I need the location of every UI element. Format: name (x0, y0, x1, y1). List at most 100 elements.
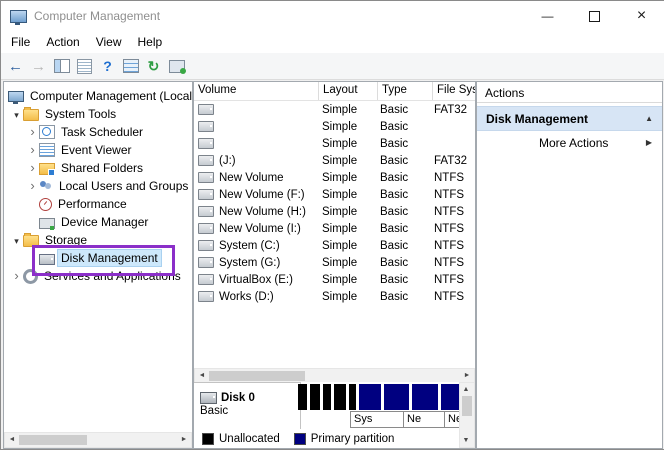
tree-item-services-and-applications[interactable]: Services and Applications (4, 267, 192, 285)
scroll-down-icon[interactable]: ▼ (459, 434, 473, 447)
volume-row[interactable]: New Volume (I:)SimpleBasicNTFSH (194, 220, 475, 237)
tree-item-local-users-and-groups[interactable]: Local Users and Groups (4, 177, 192, 195)
toolbar-refresh-button[interactable] (143, 56, 164, 77)
primary-partition-segment[interactable] (384, 384, 409, 410)
chevron-collapsed-icon[interactable] (26, 159, 39, 177)
window-title: Computer Management (34, 9, 160, 23)
primary-partition-segment[interactable] (412, 384, 438, 410)
volume-filesystem: NTFS (430, 189, 475, 201)
volume-row[interactable]: VirtualBox (E:)SimpleBasicNTFSH (194, 271, 475, 288)
drive-icon (198, 104, 214, 115)
volume-row[interactable]: New Volume (H:)SimpleBasicNTFSH (194, 203, 475, 220)
chevron-expanded-icon[interactable] (10, 231, 23, 250)
computer-management-app-icon (10, 10, 27, 23)
tree-item-task-scheduler[interactable]: Task Scheduler (4, 123, 192, 141)
tree-item-shared-folders[interactable]: Shared Folders (4, 159, 192, 177)
scroll-up-icon[interactable]: ▲ (459, 383, 473, 396)
column-header-file-system[interactable]: File System (433, 82, 475, 100)
scroll-left-icon[interactable]: ◄ (5, 433, 19, 446)
chevron-collapsed-icon[interactable] (26, 123, 39, 141)
volume-filesystem: NTFS (430, 291, 475, 303)
volume-list: VolumeLayoutTypeFile SystemS SimpleBasic… (194, 82, 475, 368)
legend-item: Primary partition (294, 433, 395, 445)
toolbar-help-button[interactable] (97, 56, 118, 77)
volume-layout: Simple (318, 206, 376, 218)
unallocated-partition-segment[interactable] (298, 384, 307, 410)
volume-row[interactable]: New Volume (F:)SimpleBasicNTFSH (194, 186, 475, 203)
primary-partition-segment[interactable] (359, 384, 381, 410)
toolbar-show-console-tree-button[interactable] (51, 56, 72, 77)
chevron-collapsed-icon[interactable] (26, 177, 39, 195)
services-icon (23, 269, 38, 284)
tree-item-performance[interactable]: Performance (4, 195, 192, 213)
toolbar-properties-button[interactable] (74, 56, 95, 77)
toolbar-export-list-button[interactable] (120, 56, 141, 77)
volume-type: Basic (376, 274, 430, 286)
actions-section-label: Disk Management (486, 112, 588, 126)
unallocated-partition-segment[interactable] (334, 384, 346, 410)
menu-item-action[interactable]: Action (38, 33, 87, 51)
tree-item-disk-management[interactable]: Disk Management (4, 249, 192, 267)
tree-item-label: System Tools (42, 106, 119, 122)
tree-item-storage[interactable]: Storage (4, 231, 192, 249)
tree-item-system-tools[interactable]: System Tools (4, 105, 192, 123)
partition-label-cell[interactable]: Ne (403, 411, 445, 428)
unallocated-partition-segment[interactable] (349, 384, 356, 410)
scroll-right-icon[interactable]: ► (460, 369, 474, 382)
legend-label: Unallocated (219, 433, 280, 445)
disk-vertical-scrollbar[interactable]: ▲ ▼ (459, 382, 475, 448)
column-header-volume[interactable]: Volume (194, 82, 319, 100)
scrollbar-thumb[interactable] (19, 435, 87, 445)
window-controls: — × (524, 1, 664, 31)
volume-name-cell (194, 104, 318, 115)
volume-row[interactable]: System (G:)SimpleBasicNTFSH (194, 254, 475, 271)
volume-row[interactable]: SimpleBasicFAT32H (194, 101, 475, 118)
tree-item-device-manager[interactable]: Device Manager (4, 213, 192, 231)
actions-section-disk-management[interactable]: Disk Management ▲ (477, 106, 662, 131)
volume-row[interactable]: System (C:)SimpleBasicNTFSH (194, 237, 475, 254)
scrollbar-thumb[interactable] (209, 371, 305, 381)
tree-item-computer-management-local[interactable]: Computer Management (Local (4, 87, 192, 105)
minimize-icon: — (542, 9, 554, 23)
unallocated-partition-segment[interactable] (310, 384, 320, 410)
chevron-collapsed-icon[interactable] (26, 141, 39, 159)
volume-row[interactable]: Works (D:)SimpleBasicNTFSH (194, 288, 475, 305)
toolbar-rescan-disks-button[interactable] (166, 56, 187, 77)
volume-row[interactable]: New VolumeSimpleBasicNTFSH (194, 169, 475, 186)
partition-label-cell[interactable]: Sys (350, 411, 404, 428)
toolbar-back-button[interactable] (5, 56, 26, 77)
primary-partition-segment[interactable] (441, 384, 461, 410)
volume-row[interactable]: SimpleBasicH (194, 118, 475, 135)
chevron-collapsed-icon[interactable] (10, 267, 23, 285)
console-tree: Computer Management (LocalSystem ToolsTa… (4, 82, 192, 434)
volume-name: New Volume (H:) (219, 206, 306, 218)
maximize-button[interactable] (571, 1, 618, 31)
column-header-type[interactable]: Type (378, 82, 433, 100)
scroll-left-icon[interactable]: ◄ (195, 369, 209, 382)
unallocated-partition-segment[interactable] (323, 384, 331, 410)
volume-type: Basic (376, 291, 430, 303)
volume-row[interactable]: SimpleBasicH (194, 135, 475, 152)
minimize-button[interactable]: — (524, 1, 571, 31)
menu-item-view[interactable]: View (88, 33, 130, 51)
volume-name: (J:) (219, 155, 236, 167)
toolbar-forward-button[interactable] (28, 56, 49, 77)
performance-icon (39, 198, 52, 211)
menu-item-file[interactable]: File (3, 33, 38, 51)
properties-icon (77, 59, 92, 74)
disk-0-header-cell[interactable]: Disk 0 Basic (194, 382, 301, 430)
volume-row[interactable]: (J:)SimpleBasicFAT32H (194, 152, 475, 169)
chevron-expanded-icon[interactable] (10, 105, 23, 124)
scroll-right-icon[interactable]: ► (177, 433, 191, 446)
volume-name-cell: New Volume (194, 172, 318, 184)
column-header-layout[interactable]: Layout (319, 82, 378, 100)
volume-name: New Volume (F:) (219, 189, 305, 201)
more-actions-item[interactable]: More Actions ▶ (477, 131, 662, 154)
scrollbar-thumb[interactable] (462, 396, 472, 416)
tree-horizontal-scrollbar[interactable]: ◄ ► (4, 432, 192, 448)
collapse-section-icon[interactable]: ▲ (645, 114, 653, 123)
tree-item-event-viewer[interactable]: Event Viewer (4, 141, 192, 159)
close-button[interactable]: × (618, 1, 664, 31)
menu-item-help[interactable]: Help (130, 33, 171, 51)
volume-layout: Simple (318, 240, 376, 252)
